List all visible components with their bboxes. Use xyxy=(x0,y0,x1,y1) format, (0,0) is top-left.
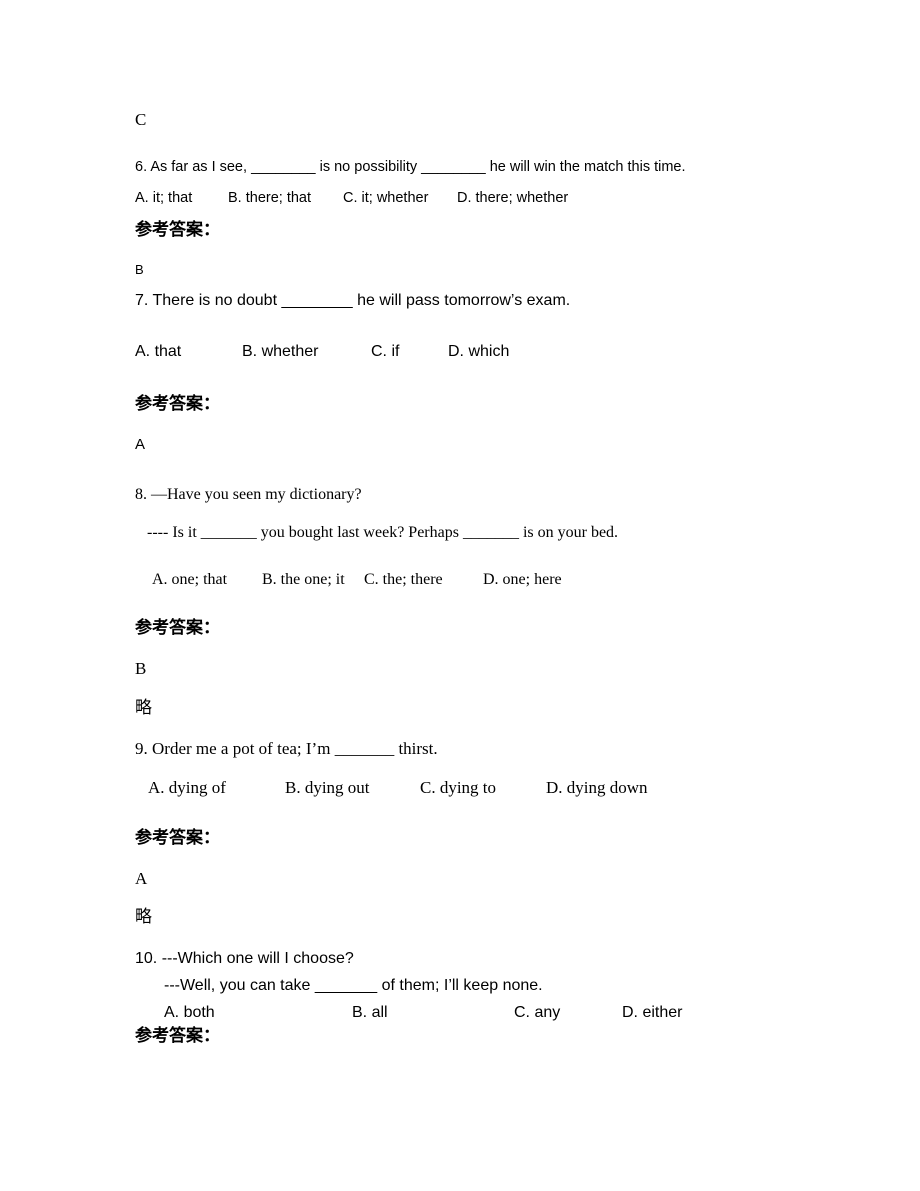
blank: _______ xyxy=(334,739,395,758)
document-page: { "page": { "prev_answer": "C", "answer_… xyxy=(0,0,920,1191)
option-a: A. one; that xyxy=(152,571,228,588)
option-b: B. whether xyxy=(242,343,319,360)
question-10-stem-line1: 10. ---Which one will I choose? xyxy=(135,950,354,967)
option-c: C. it; whether xyxy=(343,190,429,206)
answer-heading: 参考答案： xyxy=(135,394,220,414)
option-b: B. dying out xyxy=(285,778,370,797)
question-10-stem-line2: ---Well, you can take _______ of them; I… xyxy=(164,978,543,994)
stem-text: you bought last week? Perhaps xyxy=(256,524,463,541)
option-a: A. dying of xyxy=(148,778,226,797)
question-9-stem: 9. Order me a pot of tea; I’m _______ th… xyxy=(135,740,438,757)
answer-heading: 参考答案： xyxy=(135,1026,220,1046)
option-a: A. both xyxy=(164,1004,215,1021)
option-c: C. dying to xyxy=(420,778,497,797)
answer-heading: 参考答案： xyxy=(135,828,220,848)
option-b: B. all xyxy=(352,1004,388,1021)
stem-text: ---Well, you can take xyxy=(164,977,315,994)
question-9-answer: A xyxy=(135,869,148,888)
question-8-stem-line1: 8. —Have you seen my dictionary? xyxy=(135,486,362,503)
answer-heading: 参考答案： xyxy=(135,618,220,638)
option-a: A. it; that xyxy=(135,190,193,206)
stem-text: thirst. xyxy=(394,739,438,758)
option-c: C. if xyxy=(371,343,400,360)
blank: ________ xyxy=(281,292,353,309)
stem-text: 6. As far as I see, xyxy=(135,159,252,175)
question-7-stem: 7. There is no doubt ________ he will pa… xyxy=(135,293,570,309)
question-6-stem: 6. As far as I see, ________ is no possi… xyxy=(135,160,686,175)
option-c: C. any xyxy=(514,1004,561,1021)
question-9-note: 略 xyxy=(135,907,152,927)
blank: _______ xyxy=(314,977,378,994)
option-d: D. either xyxy=(622,1004,683,1021)
option-d: D. which xyxy=(448,343,510,360)
option-d: D. there; whether xyxy=(457,190,569,206)
stem-text: 9. Order me a pot of tea; I’m xyxy=(135,739,335,758)
blank: _______ xyxy=(462,524,519,541)
blank: _______ xyxy=(200,524,257,541)
question-6-answer: B xyxy=(135,262,144,277)
option-d: D. dying down xyxy=(546,778,648,797)
previous-answer: C xyxy=(135,110,147,129)
stem-text: 7. There is no doubt xyxy=(135,292,282,309)
stem-text: is no possibility xyxy=(315,159,422,175)
stem-text: is on your bed. xyxy=(518,524,619,541)
answer-heading: 参考答案： xyxy=(135,220,220,240)
stem-text: he will win the match this time. xyxy=(485,159,686,175)
stem-text: ---- Is it xyxy=(147,524,201,541)
question-8-answer: B xyxy=(135,659,147,678)
stem-text: he will pass tomorrow’s exam. xyxy=(352,292,571,309)
option-c: C. the; there xyxy=(364,571,443,588)
option-b: B. there; that xyxy=(228,190,312,206)
blank: ________ xyxy=(251,159,316,175)
question-8-stem-line2: ---- Is it _______ you bought last week?… xyxy=(147,525,618,541)
option-a: A. that xyxy=(135,343,182,360)
blank: ________ xyxy=(421,159,486,175)
question-7-answer: A xyxy=(135,436,146,453)
option-b: B. the one; it xyxy=(262,571,345,588)
stem-text: of them; I’ll keep none. xyxy=(377,977,543,994)
option-d: D. one; here xyxy=(483,571,562,588)
question-8-note: 略 xyxy=(135,698,152,718)
